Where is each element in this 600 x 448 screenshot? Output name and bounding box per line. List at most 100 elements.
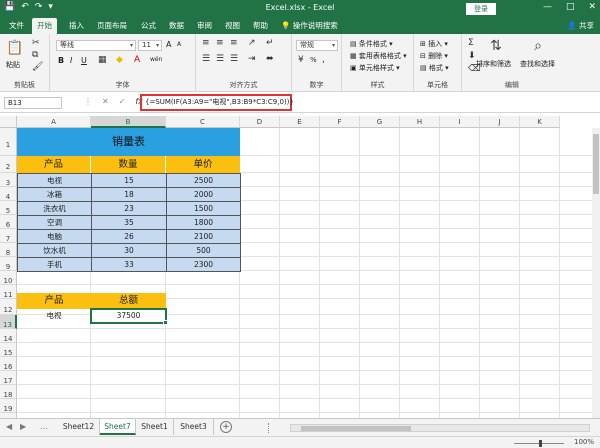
quantity-cell[interactable]: 23 bbox=[91, 201, 167, 216]
sheet-tab-sheet3[interactable]: Sheet3 bbox=[174, 419, 214, 435]
tab-help[interactable]: 帮助 bbox=[248, 18, 273, 34]
align-right-icon[interactable]: ☰ bbox=[230, 54, 238, 64]
insert-cells-button[interactable]: ⊞ 插入 ▾ bbox=[420, 39, 448, 49]
font-size-select[interactable]: 11 ▾ bbox=[138, 40, 162, 51]
price-cell[interactable]: 1800 bbox=[166, 215, 241, 230]
row-header-14[interactable]: 14 bbox=[0, 329, 17, 343]
row-header-19[interactable]: 19 bbox=[0, 399, 17, 413]
zoom-slider-knob[interactable] bbox=[539, 440, 542, 447]
header-quantity[interactable]: 数量 bbox=[91, 156, 166, 173]
product-cell[interactable]: 空调 bbox=[17, 215, 92, 230]
fill-icon[interactable]: ⬇ bbox=[468, 51, 476, 61]
fill-handle[interactable] bbox=[163, 320, 168, 325]
format-as-table-button[interactable]: ▦ 套用表格格式 ▾ bbox=[350, 51, 407, 61]
shrink-font-button[interactable]: A bbox=[177, 41, 181, 48]
underline-button[interactable]: U bbox=[81, 56, 87, 65]
conditional-format-button[interactable]: ▤ 条件格式 ▾ bbox=[350, 39, 393, 49]
sort-filter-icon[interactable]: ⇅ bbox=[486, 36, 506, 56]
tab-data[interactable]: 数据 bbox=[164, 18, 189, 34]
drag-handle-icon[interactable]: ⋮ bbox=[84, 97, 92, 106]
align-top-icon[interactable]: ≡ bbox=[202, 38, 210, 48]
quantity-cell[interactable]: 18 bbox=[91, 187, 167, 202]
borders-icon[interactable]: ▦ bbox=[98, 55, 107, 65]
align-center-icon[interactable]: ☰ bbox=[216, 54, 224, 64]
maximize-icon[interactable]: □ bbox=[566, 2, 575, 12]
vertical-scrollbar[interactable] bbox=[592, 128, 600, 418]
select-all-corner[interactable] bbox=[0, 116, 17, 128]
tab-splitter[interactable] bbox=[268, 423, 270, 433]
row-header-15[interactable]: 15 bbox=[0, 343, 17, 357]
grow-font-button[interactable]: A bbox=[166, 40, 171, 49]
row-header-3[interactable]: 3 bbox=[0, 173, 17, 187]
summary-product-cell[interactable]: 电视 bbox=[17, 309, 91, 323]
column-header-g[interactable]: G bbox=[360, 116, 400, 128]
align-bottom-icon[interactable]: ≡ bbox=[230, 38, 238, 48]
tab-view[interactable]: 视图 bbox=[220, 18, 245, 34]
bold-button[interactable]: B bbox=[58, 56, 64, 65]
column-header-k[interactable]: K bbox=[520, 116, 560, 128]
worksheet-grid[interactable]: ABCDEFGHIJK 1 2 3 4 5 6 7 8 9 10 11 12 13 14 15 16 17 18 1… bbox=[0, 116, 600, 418]
column-header-i[interactable]: I bbox=[440, 116, 480, 128]
product-cell[interactable]: 洗衣机 bbox=[17, 201, 92, 216]
header-product[interactable]: 产品 bbox=[17, 156, 91, 173]
row-header-1[interactable]: 1 bbox=[0, 128, 17, 156]
sort-filter-button[interactable]: 排序和筛选 bbox=[476, 59, 511, 69]
column-header-d[interactable]: D bbox=[240, 116, 280, 128]
row-header-12[interactable]: 12 bbox=[0, 299, 17, 315]
row-header-6[interactable]: 6 bbox=[0, 215, 17, 229]
share-button[interactable]: 👤 共享 bbox=[567, 18, 594, 34]
enter-icon[interactable]: ✓ bbox=[119, 97, 126, 106]
close-icon[interactable]: ✕ bbox=[588, 2, 596, 12]
merge-center-icon[interactable]: ⬌ bbox=[266, 54, 274, 64]
italic-button[interactable]: I bbox=[70, 56, 72, 65]
minimize-icon[interactable]: — bbox=[543, 2, 552, 12]
quantity-cell[interactable]: 30 bbox=[91, 243, 167, 258]
font-color-icon[interactable]: A bbox=[134, 55, 140, 65]
header-price[interactable]: 单价 bbox=[166, 156, 240, 173]
sales-table-title[interactable]: 销量表 bbox=[17, 128, 240, 156]
paste-label[interactable]: 粘贴 bbox=[6, 60, 20, 70]
column-header-b[interactable]: B bbox=[91, 116, 166, 128]
find-select-icon[interactable]: ⌕ bbox=[528, 36, 548, 56]
row-header-16[interactable]: 16 bbox=[0, 357, 17, 371]
fill-color-icon[interactable]: ◆ bbox=[116, 55, 123, 65]
product-cell[interactable]: 电脑 bbox=[17, 229, 92, 244]
format-cells-button[interactable]: ▤ 格式 ▾ bbox=[420, 63, 449, 73]
row-header-5[interactable]: 5 bbox=[0, 201, 17, 215]
percent-button[interactable]: % bbox=[310, 56, 317, 64]
summary-header-total[interactable]: 总额 bbox=[91, 293, 166, 309]
phonetic-button[interactable]: wén bbox=[150, 56, 162, 63]
wrap-text-icon[interactable]: ↵ bbox=[266, 38, 274, 48]
quantity-cell[interactable]: 15 bbox=[91, 173, 167, 188]
cell-styles-button[interactable]: ▣ 单元格样式 ▾ bbox=[350, 63, 400, 73]
row-header-13[interactable]: 13 bbox=[0, 315, 17, 329]
column-header-a[interactable]: A bbox=[17, 116, 91, 128]
find-select-button[interactable]: 查找和选择 bbox=[520, 59, 555, 69]
price-cell[interactable]: 500 bbox=[166, 243, 241, 258]
summary-header-product[interactable]: 产品 bbox=[17, 293, 91, 309]
row-header-9[interactable]: 9 bbox=[0, 257, 17, 271]
delete-cells-button[interactable]: ⊟ 删除 ▾ bbox=[420, 51, 448, 61]
quantity-cell[interactable]: 33 bbox=[91, 257, 167, 272]
column-header-j[interactable]: J bbox=[480, 116, 520, 128]
cancel-icon[interactable]: ✕ bbox=[102, 97, 109, 106]
align-middle-icon[interactable]: ≡ bbox=[216, 38, 224, 48]
price-cell[interactable]: 2000 bbox=[166, 187, 241, 202]
currency-icon[interactable]: ¥ bbox=[298, 55, 304, 65]
price-cell[interactable]: 2100 bbox=[166, 229, 241, 244]
tab-page-layout[interactable]: 页面布局 bbox=[92, 18, 132, 34]
tab-review[interactable]: 审阅 bbox=[192, 18, 217, 34]
tab-formulas[interactable]: 公式 bbox=[136, 18, 161, 34]
product-cell[interactable]: 电视 bbox=[17, 173, 92, 188]
formula-input[interactable]: {=SUM(IF(A3:A9="电视",B3:B9*C3:C9,0))} bbox=[140, 94, 294, 111]
sheet-tab-sheet1[interactable]: Sheet1 bbox=[136, 419, 174, 435]
horizontal-scrollbar-thumb[interactable] bbox=[301, 426, 411, 431]
price-cell[interactable]: 2300 bbox=[166, 257, 241, 272]
column-header-f[interactable]: F bbox=[320, 116, 360, 128]
number-format-select[interactable]: 常规 ▾ bbox=[296, 40, 338, 51]
tab-home[interactable]: 开始 bbox=[32, 18, 57, 34]
indent-icon[interactable]: ⇥ bbox=[248, 54, 256, 64]
sheet-tab-sheet7[interactable]: Sheet7 bbox=[100, 419, 136, 435]
zoom-level[interactable]: 100% bbox=[574, 438, 594, 446]
quantity-cell[interactable]: 35 bbox=[91, 215, 167, 230]
